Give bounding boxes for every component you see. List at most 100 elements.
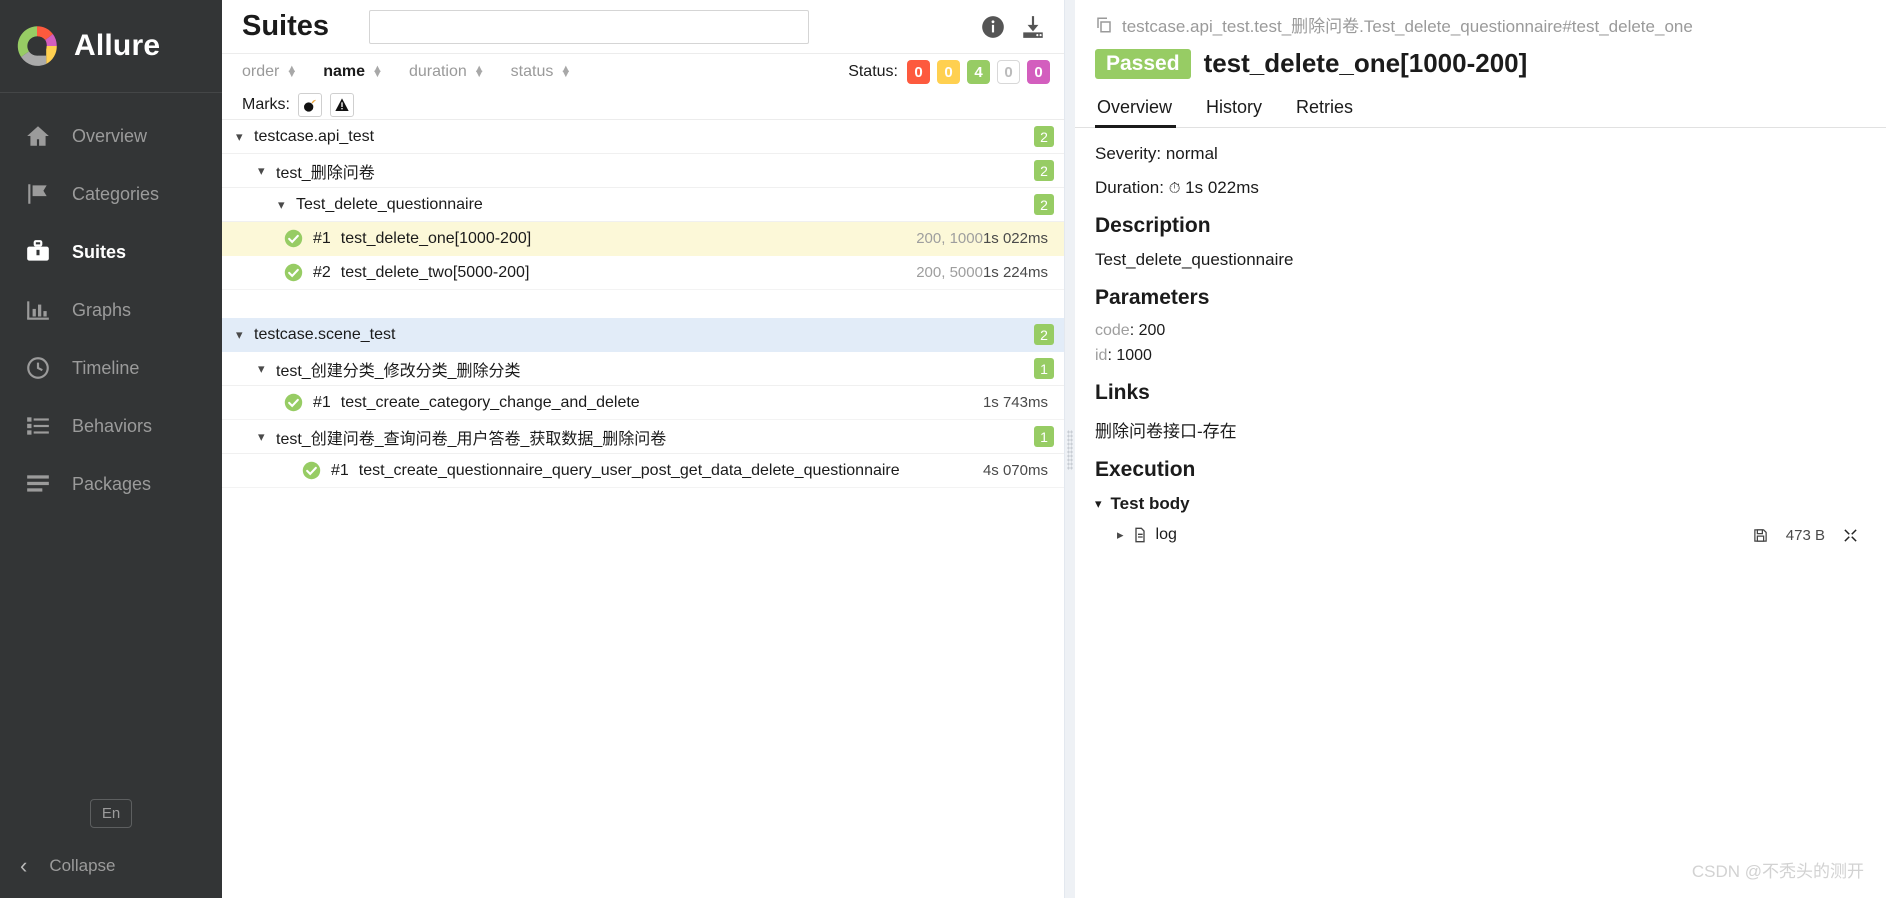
severity-row: Severity: normal [1095, 144, 1218, 163]
sort-by-duration[interactable]: duration ▲ ▼ [409, 63, 485, 81]
marks-label: Marks: [242, 95, 290, 113]
sidebar-item-behaviors[interactable]: Behaviors [0, 397, 222, 455]
header-actions [980, 14, 1052, 40]
list-icon [24, 412, 52, 440]
sort-arrows-icon: ▲ ▼ [372, 63, 383, 80]
tree-group-row[interactable]: ▾ test_创建分类_修改分类_删除分类 1 [222, 352, 1064, 386]
test-title: test_delete_one[1000-200] [1203, 48, 1528, 78]
tree-group-row[interactable]: ▾ testcase.scene_test 2 [222, 318, 1064, 352]
sort-by-order[interactable]: order ▲ ▼ [242, 63, 297, 81]
breadcrumb: testcase.api_test.test_删除问卷.Test_delete_… [1075, 0, 1886, 37]
tree-test-label: test_create_category_change_and_delete [340, 393, 640, 411]
description-heading: Description [1095, 214, 1211, 237]
floppy-save-icon[interactable] [1753, 528, 1768, 543]
links-heading: Links [1095, 381, 1150, 404]
sidebar-item-label: Overview [72, 125, 148, 146]
tree-group-row[interactable]: ▾ Test_delete_questionnaire 2 [222, 188, 1064, 222]
tree-group-row[interactable]: ▾ test_删除问卷 2 [222, 154, 1064, 188]
sidebar-item-overview[interactable]: Overview [0, 107, 222, 165]
tree-test-row[interactable]: #1 test_create_category_change_and_delet… [222, 386, 1064, 420]
parameter-value: 1000 [1116, 347, 1152, 364]
sidebar-item-timeline[interactable]: Timeline [0, 339, 222, 397]
collapse-button[interactable]: ‹ Collapse [0, 844, 222, 888]
test-body-toggle[interactable]: ▾ Test body [1095, 494, 1866, 514]
collapse-label: Collapse [49, 856, 116, 875]
tree-node-label: test_创建问卷_查询问卷_用户答卷_获取数据_删除问卷 [276, 430, 667, 448]
brand[interactable]: Allure [0, 0, 222, 93]
chevron-down-icon: ▾ [236, 128, 243, 144]
tree-test-label: test_delete_one[1000-200] [340, 229, 532, 247]
info-icon[interactable] [980, 14, 1006, 40]
tree-group-row[interactable]: ▾ test_创建问卷_查询问卷_用户答卷_获取数据_删除问卷 1 [222, 420, 1064, 454]
file-icon [1132, 527, 1148, 543]
log-meta: 473 B [1753, 527, 1866, 544]
language-button[interactable]: En [89, 799, 133, 828]
sort-arrows-icon: ▲ ▼ [473, 63, 485, 80]
marks-bar: Marks: [222, 90, 1064, 120]
sort-label: order [242, 63, 280, 80]
log-attachment-row[interactable]: ▸ log 473 B [1117, 526, 1866, 544]
sort-arrows-icon: ▲ ▼ [286, 63, 298, 80]
sidebar-footer: En ‹ Collapse [0, 799, 222, 898]
tree-test-number: #1 [331, 461, 349, 479]
tree-test-number: #1 [313, 393, 331, 411]
sidebar-item-suites[interactable]: Suites [0, 223, 222, 281]
tree-test-duration: 1s 022ms [982, 230, 1048, 247]
search-input[interactable] [369, 9, 810, 44]
tab-retries[interactable]: Retries [1294, 97, 1371, 127]
clock-icon: ⏱ [1168, 180, 1181, 197]
tree-test-row[interactable]: #1 test_delete_one[1000-200] 200, 1000 1… [222, 222, 1064, 256]
language-switcher: En [0, 799, 222, 844]
parameter-key: code [1095, 322, 1130, 339]
sidebar-item-packages[interactable]: Packages [0, 455, 222, 513]
tree-test-duration: 4s 070ms [982, 462, 1048, 479]
tree-test-label: test_create_questionnaire_query_user_pos… [358, 461, 900, 479]
home-icon [24, 122, 52, 150]
test-title-row: Passed test_delete_one[1000-200] [1075, 37, 1886, 79]
status-badge-skipped[interactable]: 0 [997, 60, 1020, 84]
tree-test-meta: 200, 1000 1s 022ms [916, 230, 1048, 247]
status-badge-unknown[interactable]: 0 [1027, 60, 1050, 84]
duration-label: Duration: [1095, 178, 1164, 197]
sort-by-status[interactable]: status ▲ ▼ [511, 63, 572, 81]
link-item[interactable]: 删除问卷接口-存在 [1095, 417, 1866, 442]
tree-node-label: Test_delete_questionnaire [296, 195, 483, 213]
chevron-down-icon: ▾ [258, 162, 265, 178]
status-badge-passed[interactable]: 4 [967, 60, 990, 84]
splitter-grip[interactable] [1067, 430, 1073, 470]
tree-test-row[interactable]: #1 test_create_questionnaire_query_user_… [222, 454, 1064, 488]
status-badge-failed[interactable]: 0 [907, 60, 930, 84]
warning-triangle-icon[interactable] [330, 92, 354, 117]
breadcrumb-text: testcase.api_test.test_删除问卷.Test_delete_… [1122, 17, 1693, 36]
sidebar-nav: Overview Categories Suites Graphs Timeli… [0, 93, 222, 799]
tree-test-row[interactable]: #2 test_delete_two[5000-200] 200, 5000 1… [222, 256, 1064, 290]
sidebar-item-categories[interactable]: Categories [0, 165, 222, 223]
tree-test-number: #1 [313, 229, 331, 247]
status-filter-label: Status: [848, 63, 898, 80]
status-passed-icon [284, 229, 303, 248]
detail-body: Severity: normal Duration: ⏱ 1s 022ms De… [1075, 128, 1886, 898]
status-badge-broken[interactable]: 0 [937, 60, 960, 84]
download-icon[interactable] [1020, 14, 1046, 40]
sort-label: duration [408, 63, 467, 80]
parameters-heading: Parameters [1095, 286, 1210, 309]
tree-test-params: 200, 5000 [916, 264, 983, 281]
chevron-down-icon: ▾ [258, 428, 265, 444]
sidebar-item-label: Categories [72, 183, 160, 204]
flag-icon [24, 180, 52, 208]
expand-icon[interactable] [1843, 528, 1858, 543]
sidebar-item-graphs[interactable]: Graphs [0, 281, 222, 339]
bomb-icon[interactable] [298, 92, 322, 117]
chevron-down-icon: ▾ [278, 196, 285, 212]
allure-report-app: Allure Overview Categories Suites Graphs… [0, 0, 1886, 898]
suitcase-icon [24, 238, 52, 266]
tree-node-label: test_创建分类_修改分类_删除分类 [276, 362, 521, 380]
copy-icon[interactable] [1095, 16, 1113, 34]
sort-by-name[interactable]: name ▲ ▼ [323, 63, 383, 81]
panel-splitter[interactable] [1065, 0, 1075, 898]
sort-bar: order ▲ ▼ name ▲ ▼ duration ▲ ▼ status ▲ ▼ S… [222, 54, 1064, 90]
brand-name: Allure [74, 29, 161, 62]
tree-group-row[interactable]: ▾ testcase.api_test 2 [222, 120, 1064, 154]
tab-overview[interactable]: Overview [1095, 97, 1190, 128]
tab-history[interactable]: History [1204, 97, 1280, 127]
